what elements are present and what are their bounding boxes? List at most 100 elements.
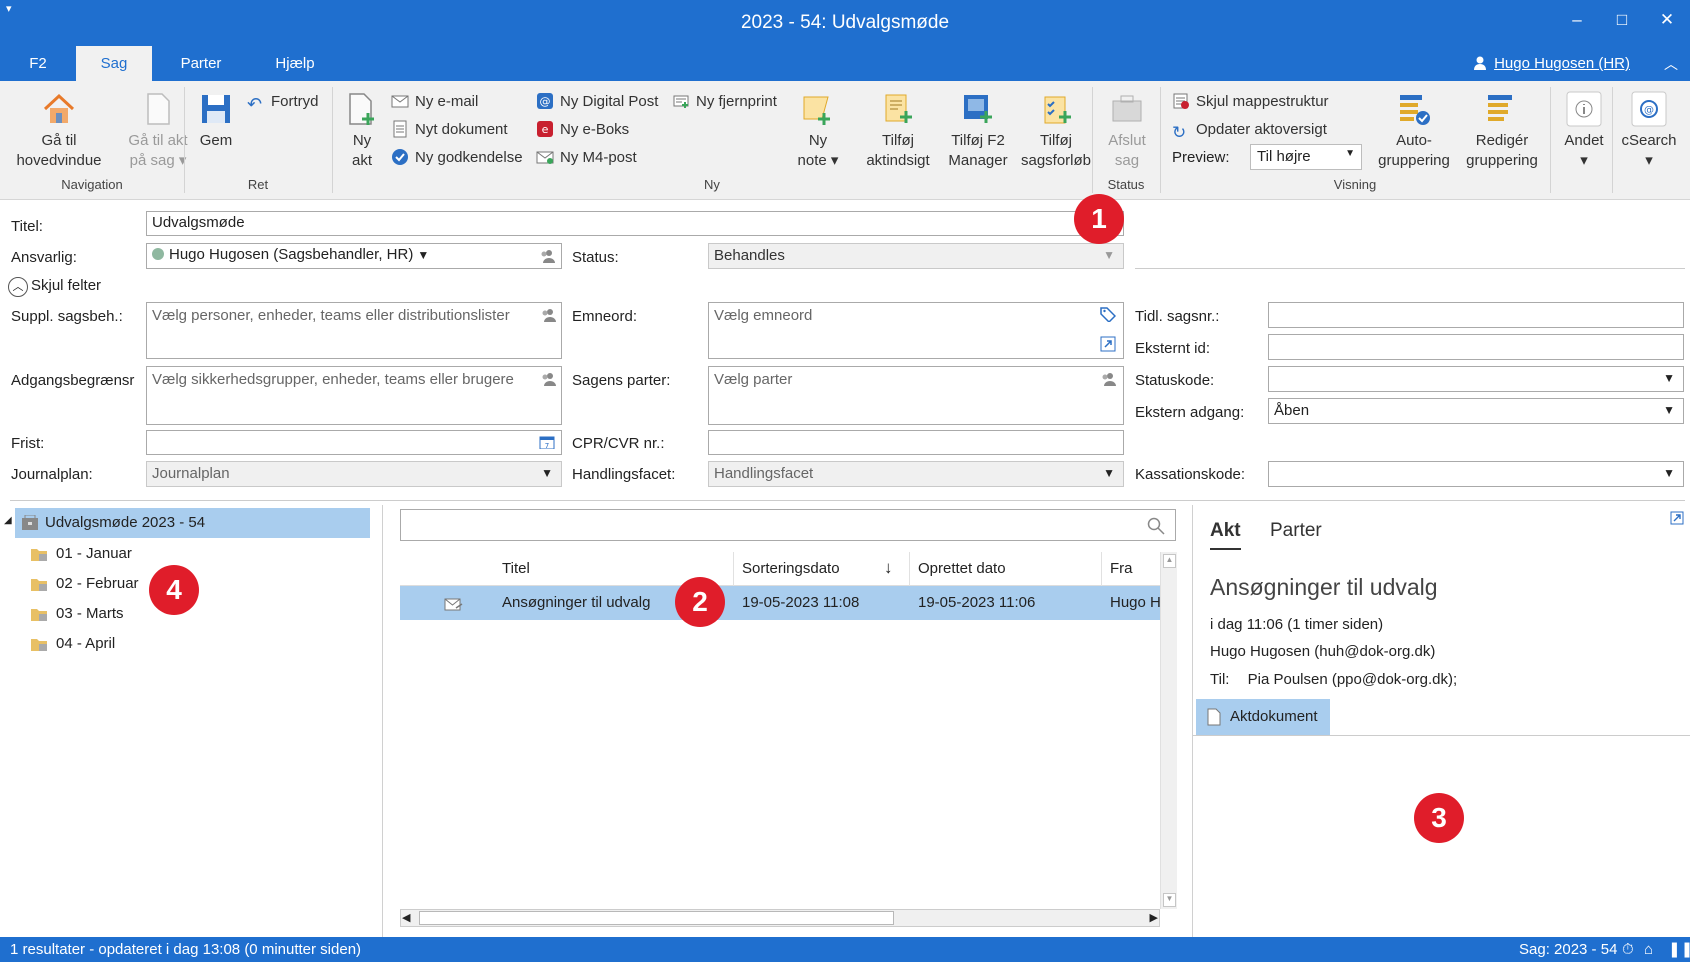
tag-status-icon[interactable]: ⌂ — [1644, 937, 1653, 962]
edit-grouping-button[interactable]: Redigér gruppering — [1456, 91, 1548, 171]
new-document-button[interactable]: Nyt dokument — [391, 119, 508, 141]
scroll-down-icon[interactable]: ▼ — [1163, 893, 1176, 907]
journal-plan-select[interactable]: Journalplan ▼ — [146, 461, 562, 487]
hide-fields-toggle[interactable]: ︿ Skjul felter — [8, 277, 101, 297]
row-created-date: 19-05-2023 11:06 — [918, 594, 1036, 611]
tab-sag[interactable]: Sag — [76, 46, 152, 81]
tab-hjaelp[interactable]: Hjælp — [257, 46, 333, 81]
refresh-overview-button[interactable]: ↻ Opdater aktoversigt — [1172, 119, 1327, 142]
new-m4-post-button[interactable]: Ny M4-post — [536, 147, 637, 169]
pop-out-icon[interactable] — [1670, 511, 1684, 525]
scroll-thumb[interactable] — [419, 911, 894, 925]
search-input[interactable] — [400, 509, 1176, 541]
responsible-select[interactable]: Hugo Hugosen (Sagsbehandler, HR) ▼ — [146, 243, 562, 269]
external-access-select[interactable]: Åben ▼ — [1268, 398, 1684, 424]
access-restriction-input[interactable]: Vælg sikkerhedsgrupper, enheder, teams e… — [146, 366, 562, 425]
grid-header: Titel Sorteringsdato ↓ Oprettet dato Fra — [400, 552, 1160, 586]
new-document-icon — [349, 93, 374, 125]
tree-expand-icon[interactable]: ◢ — [4, 515, 12, 526]
minimize-button[interactable]: – — [1562, 10, 1592, 30]
status-bar: 1 resultater - opdateret i dag 13:08 (0 … — [0, 937, 1690, 962]
search-icon[interactable] — [1147, 517, 1165, 535]
tab-akt[interactable]: Akt — [1210, 520, 1241, 550]
home-icon — [43, 93, 75, 123]
scroll-up-icon[interactable]: ▲ — [1163, 554, 1176, 568]
table-row[interactable]: Ansøgninger til udvalg 19-05-2023 11:08 … — [400, 586, 1160, 620]
tab-parter[interactable]: Parter — [163, 46, 239, 81]
calendar-icon[interactable]: 7 — [539, 435, 555, 449]
open-external-icon[interactable] — [1100, 336, 1116, 352]
column-separator[interactable] — [1101, 552, 1102, 586]
external-id-input[interactable] — [1268, 334, 1684, 360]
folder-structure-icon — [1173, 93, 1189, 109]
preview-selected-value: Til højre — [1257, 148, 1311, 165]
goto-akt-button[interactable]: Gå til akt på sag ▾ — [112, 91, 204, 171]
new-remote-print-button[interactable]: Ny fjernprint — [672, 91, 777, 113]
new-digital-post-button[interactable]: @ Ny Digital Post — [536, 91, 658, 113]
add-case-flow-button[interactable]: Tilføj sagsforløb — [1006, 91, 1106, 171]
csearch-button[interactable]: @ cSearch ▾ — [1616, 91, 1682, 171]
add-access-insight-button[interactable]: Tilføj aktindsigt — [858, 91, 938, 171]
keywords-input[interactable]: Vælg emneord — [708, 302, 1124, 359]
new-akt-line2: akt — [351, 152, 372, 169]
auto-grouping-button[interactable]: Auto- gruppering — [1368, 91, 1460, 171]
maximize-button[interactable]: □ — [1607, 10, 1637, 30]
goto-main-window-button[interactable]: Gå til hovedvindue — [12, 91, 106, 171]
supplementary-handler-input[interactable]: Vælg personer, enheder, teams eller dist… — [146, 302, 562, 359]
tab-detail-parter[interactable]: Parter — [1270, 520, 1322, 542]
column-header-title[interactable]: Titel — [502, 560, 530, 577]
action-facet-select[interactable]: Handlingsfacet ▼ — [708, 461, 1124, 487]
tab-f2[interactable]: F2 — [0, 46, 76, 81]
close-button[interactable]: ✕ — [1652, 10, 1682, 30]
disposal-code-select[interactable]: ▼ — [1268, 461, 1684, 487]
column-separator[interactable] — [733, 552, 734, 586]
new-note-button[interactable]: Ny note ▾ — [794, 91, 842, 171]
tree-item-januar[interactable]: 01 - Januar — [30, 542, 132, 566]
column-separator[interactable] — [909, 552, 910, 586]
new-akt-button[interactable]: Ny akt — [340, 91, 384, 171]
new-approval-button[interactable]: Ny godkendelse — [391, 147, 523, 169]
status-select[interactable]: Behandles ▼ — [708, 243, 1124, 269]
column-header-sort-date[interactable]: Sorteringsdato — [742, 560, 840, 577]
new-eboks-button[interactable]: e Ny e-Boks — [536, 119, 629, 141]
people-icon[interactable] — [540, 372, 556, 386]
group-label-ny: Ny — [704, 177, 720, 192]
tree-root-case[interactable]: Udvalgsmøde 2023 - 54 — [15, 508, 370, 538]
tree-item-april[interactable]: 04 - April — [30, 632, 115, 656]
timer-icon[interactable]: ⏱ — [1622, 937, 1634, 962]
previous-case-number-input[interactable] — [1268, 302, 1684, 328]
new-email-button[interactable]: Ny e-mail — [391, 91, 478, 113]
close-case-button[interactable]: Afslut sag — [1102, 91, 1152, 171]
akt-document-button[interactable]: Aktdokument — [1196, 699, 1330, 735]
vertical-scrollbar[interactable]: ▲ ▼ — [1160, 552, 1177, 909]
tag-icon[interactable] — [1100, 306, 1116, 322]
chevron-down-icon: ▾ — [1580, 152, 1588, 169]
journal-plan-placeholder: Journalplan — [152, 465, 230, 482]
case-parties-input[interactable]: Vælg parter — [708, 366, 1124, 425]
add-f2-manager-line2: Manager — [948, 152, 1008, 169]
title-input[interactable]: Udvalgsmøde — [146, 211, 1124, 236]
status-code-select[interactable]: ▼ — [1268, 366, 1684, 392]
pause-icon[interactable]: ❚❚ — [1668, 937, 1690, 962]
undo-button[interactable]: ↶ Fortryd — [247, 91, 319, 113]
horizontal-scrollbar[interactable]: ◀ ▶ — [400, 909, 1160, 927]
tree-item-marts[interactable]: 03 - Marts — [30, 602, 124, 626]
collapse-ribbon-icon[interactable]: ︿ — [1664, 54, 1678, 74]
preview-select[interactable]: Til højre ▼ — [1250, 144, 1362, 170]
deadline-input[interactable]: 7 — [146, 430, 562, 455]
tree-item-februar[interactable]: 02 - Februar — [30, 572, 139, 596]
user-menu[interactable]: Hugo Hugosen (HR) — [1474, 46, 1630, 81]
other-menu-button[interactable]: Andet ▾ — [1556, 91, 1612, 171]
tree-item-label: 02 - Februar — [56, 575, 139, 592]
column-header-created-date[interactable]: Oprettet dato — [918, 560, 1006, 577]
cpr-cvr-input[interactable] — [708, 430, 1124, 455]
refresh-icon: ↻ — [1172, 123, 1187, 142]
people-icon[interactable] — [1100, 372, 1116, 386]
scroll-right-icon[interactable]: ▶ — [1150, 911, 1158, 924]
case-flow-icon — [1044, 96, 1071, 124]
hide-folder-structure-button[interactable]: Skjul mappestruktur — [1172, 91, 1329, 113]
scroll-left-icon[interactable]: ◀ — [402, 911, 410, 924]
save-button[interactable]: Gem — [192, 91, 240, 151]
column-header-from[interactable]: Fra — [1110, 560, 1133, 577]
people-icon[interactable] — [540, 308, 556, 322]
